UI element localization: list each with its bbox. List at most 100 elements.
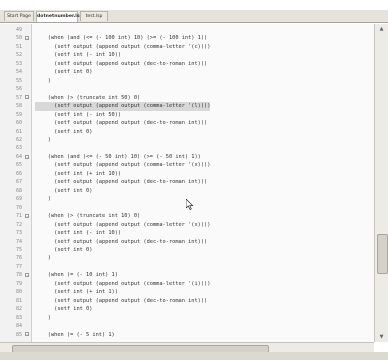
line-number: 61 xyxy=(15,128,22,135)
line-number: 68 xyxy=(15,187,22,194)
fold-collapse-icon[interactable]: - xyxy=(25,273,29,278)
line-number: 75 xyxy=(15,246,22,253)
code-line[interactable]: 63 xyxy=(0,144,374,152)
line-number: 62 xyxy=(15,136,22,143)
code-line[interactable]: 57- (when (> (truncate int 50) 0) xyxy=(0,94,374,102)
line-number: 63 xyxy=(15,145,22,152)
line-number: 52 xyxy=(15,52,22,59)
code-line[interactable]: 64- (when (and (<= (- 50 int) 10) (>= (-… xyxy=(0,153,374,161)
code-line[interactable]: 50- (when (and (<= (- 100 int) 10) (>= (… xyxy=(0,34,374,42)
line-number: 71 xyxy=(15,213,22,220)
code-line[interactable]: 73 (setf int (- int 10)) xyxy=(0,229,374,237)
code-line[interactable]: 51 (setf output (append output (comma-le… xyxy=(0,43,374,51)
code-text: (setf output (append output (dec-to-roma… xyxy=(35,120,208,127)
code-line[interactable]: 65 (setf output (append output (comma-le… xyxy=(0,161,374,169)
code-line[interactable]: 78- (when (= (- 10 int) 1) xyxy=(0,271,374,279)
code-text: (when (= (- 10 int) 1) xyxy=(35,272,118,279)
code-line[interactable]: 76 ) xyxy=(0,254,374,262)
code-text: ) xyxy=(35,196,51,203)
code-text: (setf output (append output (comma-lette… xyxy=(35,102,211,111)
code-line[interactable]: 53 (setf output (append output (dec-to-r… xyxy=(0,60,374,68)
code-line[interactable]: 75 (setf int 0) xyxy=(0,246,374,254)
code-line[interactable]: 79 (setf output (append output (comma-le… xyxy=(0,280,374,288)
fold-collapse-icon[interactable]: - xyxy=(25,332,29,337)
tab-start-page[interactable]: Start Page xyxy=(4,11,34,21)
line-number: 56 xyxy=(15,86,22,93)
line-number: 60 xyxy=(15,120,22,127)
code-line[interactable]: 68 (setf int 0) xyxy=(0,187,374,195)
line-number: 54 xyxy=(15,69,22,76)
code-text: (setf int 0) xyxy=(35,187,93,194)
line-number: 80 xyxy=(15,289,22,296)
triangle-up-icon[interactable]: ▲ xyxy=(377,25,386,33)
code-line[interactable]: 59 (setf int (- int 50)) xyxy=(0,111,374,119)
vertical-scroll-thumb[interactable] xyxy=(377,234,388,274)
fold-collapse-icon[interactable]: - xyxy=(25,213,29,218)
code-line[interactable]: 58 (setf output (append output (comma-le… xyxy=(0,102,374,111)
code-text: (setf output (append output (dec-to-roma… xyxy=(35,297,208,304)
code-line[interactable]: 49 xyxy=(0,26,374,34)
line-number: 64 xyxy=(15,153,22,160)
code-line[interactable]: 85- (when (= (- 5 int) 1) xyxy=(0,331,374,339)
code-text: (setf output (append output (dec-to-roma… xyxy=(35,60,208,67)
code-text: (when (> (truncate int 50) 0) xyxy=(35,94,141,101)
fold-collapse-icon[interactable]: - xyxy=(25,154,29,159)
code-line[interactable]: 52 (setf int (- int 10)) xyxy=(0,51,374,59)
line-number: 55 xyxy=(15,77,22,84)
code-line[interactable]: 60 (setf output (append output (dec-to-r… xyxy=(0,119,374,127)
code-line[interactable]: 84 xyxy=(0,322,374,330)
code-text: (setf output (append output (comma-lette… xyxy=(35,162,211,169)
code-line[interactable]: 82 (setf int 0) xyxy=(0,305,374,313)
code-line[interactable]: 62 ) xyxy=(0,136,374,144)
line-number: 67 xyxy=(15,179,22,186)
code-text: (setf int (- int 50)) xyxy=(35,111,122,118)
code-line[interactable]: 71- (when (> (truncate int 10) 0) xyxy=(0,212,374,220)
code-text: (setf output (append output (comma-lette… xyxy=(35,43,211,50)
line-number: 72 xyxy=(15,221,22,228)
code-line[interactable]: 83 ) xyxy=(0,314,374,322)
code-line[interactable]: 81 (setf output (append output (dec-to-r… xyxy=(0,297,374,305)
code-text: (setf output (append output (dec-to-roma… xyxy=(35,238,208,245)
horizontal-scrollbar[interactable] xyxy=(0,342,374,353)
line-number: 58 xyxy=(15,103,22,110)
code-text: (setf int 0) xyxy=(35,128,93,135)
line-number: 69 xyxy=(15,196,22,203)
fold-collapse-icon[interactable]: - xyxy=(25,36,29,41)
code-line[interactable]: 67 (setf output (append output (dec-to-r… xyxy=(0,178,374,186)
code-text: (setf output (append output (comma-lette… xyxy=(35,221,211,228)
code-line[interactable]: 54 (setf int 0) xyxy=(0,68,374,76)
code-text: (setf int 0) xyxy=(35,69,93,76)
code-line[interactable]: 80 (setf int (+ int 1)) xyxy=(0,288,374,296)
code-text: (when (and (<= (- 100 int) 10) (>= (- 10… xyxy=(35,35,208,42)
code-text: ) xyxy=(35,255,51,262)
line-number: 85 xyxy=(15,331,22,338)
code-line[interactable]: 66 (setf int (+ int 10)) xyxy=(0,170,374,178)
code-line[interactable]: 55 ) xyxy=(0,77,374,85)
line-number: 83 xyxy=(15,314,22,321)
tab-test-lsp[interactable]: test.lsp xyxy=(80,11,108,21)
code-editor[interactable]: 49 50- (when (and (<= (- 100 int) 10) (>=… xyxy=(0,24,374,342)
status-bar xyxy=(0,352,388,360)
code-line[interactable]: 61 (setf int 0) xyxy=(0,128,374,136)
fold-collapse-icon[interactable]: - xyxy=(25,95,29,100)
line-number: 51 xyxy=(15,43,22,50)
line-number: 74 xyxy=(15,238,22,245)
code-text: (setf int 0) xyxy=(35,246,93,253)
vertical-scrollbar[interactable]: ▲ ▼ xyxy=(374,24,388,342)
line-number: 77 xyxy=(15,263,22,270)
line-number: 82 xyxy=(15,306,22,313)
code-text: (when (and (<= (- 50 int) 10) (>= (- 50 … xyxy=(35,153,201,160)
line-number: 76 xyxy=(15,255,22,262)
line-number: 57 xyxy=(15,94,22,101)
line-number: 84 xyxy=(15,323,22,330)
code-line[interactable]: 72 (setf output (append output (comma-le… xyxy=(0,221,374,229)
triangle-down-icon[interactable]: ▼ xyxy=(377,333,386,341)
code-line[interactable]: 77 xyxy=(0,263,374,271)
code-line[interactable]: 56 xyxy=(0,85,374,93)
document-tab-bar: Start Page dotnetnumber.lsc test.lsp xyxy=(0,10,388,23)
line-number: 66 xyxy=(15,170,22,177)
code-text: ) xyxy=(35,136,51,143)
code-line[interactable]: 74 (setf output (append output (dec-to-r… xyxy=(0,238,374,246)
code-text: (when (> (truncate int 10) 0) xyxy=(35,213,141,220)
tab-dotnetnumber[interactable]: dotnetnumber.lsc xyxy=(36,11,82,22)
